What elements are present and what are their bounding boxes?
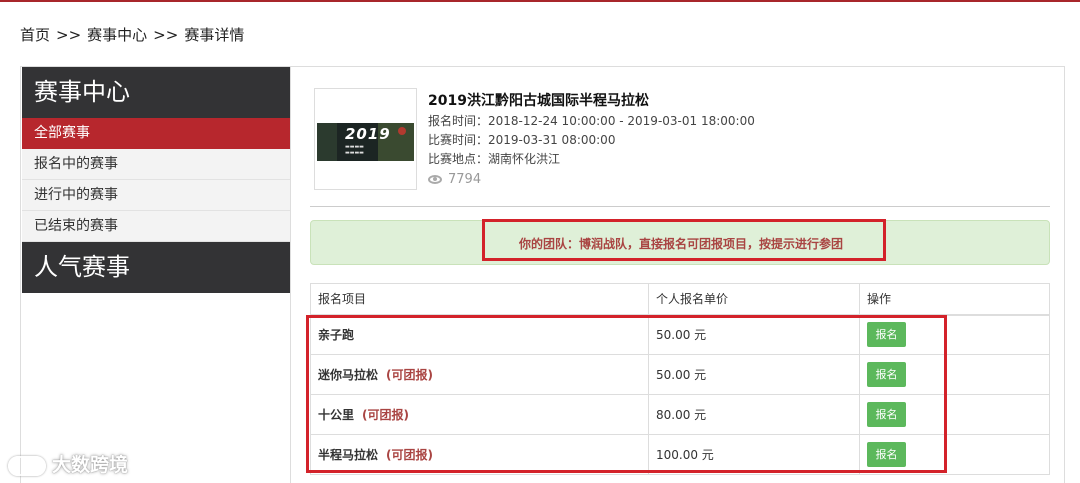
breadcrumb-detail: 赛事详情	[184, 26, 245, 44]
thumbnail-year: 2019	[345, 125, 391, 143]
header-price: 个人报名单价	[648, 283, 860, 316]
breadcrumb-separator: >>	[56, 26, 82, 44]
sidebar-item-ended-events[interactable]: 已结束的赛事	[22, 211, 290, 242]
breadcrumb-separator: >>	[153, 26, 179, 44]
table-header-row: 报名项目 个人报名单价 操作	[310, 283, 1050, 316]
header-item: 报名项目	[310, 283, 649, 316]
sidebar-popular-heading: 人气赛事	[22, 242, 290, 293]
sidebar: 赛事中心 全部赛事 报名中的赛事 进行中的赛事 已结束的赛事 人气赛事	[22, 67, 291, 483]
event-race-time: 比赛时间：2019-03-31 08:00:00	[428, 133, 616, 147]
event-views: 7794	[428, 172, 481, 187]
sidebar-heading: 赛事中心	[22, 67, 290, 118]
breadcrumb-home[interactable]: 首页	[20, 26, 50, 44]
event-location: 比赛地点：湖南怀化洪江	[428, 152, 561, 166]
divider	[310, 206, 1050, 207]
annotation-highlight-box	[482, 219, 886, 261]
thumbnail-decoration	[317, 123, 337, 161]
thumbnail-subtitle-graphic: ▬▬▬▬ ▬▬▬▬	[345, 144, 364, 156]
annotation-highlight-box	[306, 315, 947, 473]
breadcrumb-center[interactable]: 赛事中心	[87, 26, 147, 44]
thumbnail-decoration	[398, 127, 406, 135]
sidebar-item-registering-events[interactable]: 报名中的赛事	[22, 149, 290, 180]
header-action: 操作	[859, 283, 1050, 316]
sidebar-item-all-events[interactable]: 全部赛事	[22, 118, 290, 149]
watermark-text: 大数跨境	[52, 454, 129, 476]
event-thumbnail-image: 2019 ▬▬▬▬ ▬▬▬▬	[317, 123, 414, 161]
watermark: 大数跨境	[8, 450, 128, 477]
event-title[interactable]: 2019洪江黔阳古城国际半程马拉松	[428, 90, 649, 110]
sidebar-item-ongoing-events[interactable]: 进行中的赛事	[22, 180, 290, 211]
watermark-logo-icon	[8, 455, 46, 476]
eye-icon	[428, 175, 442, 184]
event-thumbnail-card[interactable]: 2019 ▬▬▬▬ ▬▬▬▬	[314, 88, 417, 190]
top-accent-line	[0, 0, 1080, 2]
views-count: 7794	[448, 172, 482, 187]
event-signup-time: 报名时间：2018-12-24 10:00:00 - 2019-03-01 18…	[428, 114, 755, 128]
breadcrumb: 首页 >> 赛事中心 >> 赛事详情	[20, 24, 244, 45]
